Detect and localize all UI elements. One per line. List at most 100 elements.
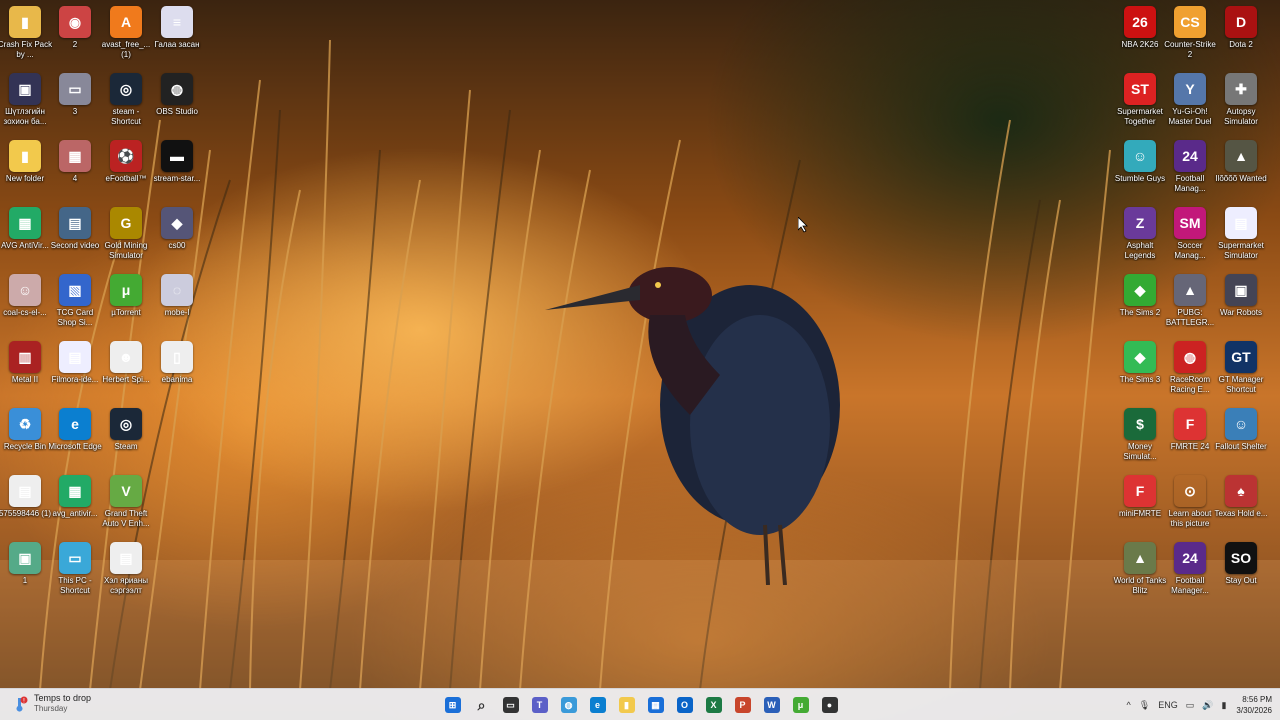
- desktop-icon[interactable]: e Microsoft Edge: [48, 408, 102, 472]
- desktop-icon[interactable]: ▦ 4: [50, 140, 100, 204]
- desktop-icon[interactable]: ▲ PUBG: BATTLEGR...: [1165, 274, 1215, 338]
- desktop-icon-label: Counter-Strike 2: [1164, 40, 1216, 59]
- outlook-button[interactable]: O: [670, 692, 699, 718]
- desktop-icon[interactable]: ◆ The Sims 3: [1115, 341, 1165, 405]
- desktop-icon[interactable]: FminiFMRTE: [1115, 475, 1165, 539]
- desktop-icon[interactable]: ▯ ebanima: [152, 341, 202, 405]
- word-icon: W: [763, 697, 780, 713]
- desktop-icon[interactable]: ▤ Filmora-ide...: [50, 341, 100, 405]
- desktop-icon[interactable]: F FMRTE 24: [1165, 408, 1215, 472]
- desktop-icon[interactable]: ST Supermarket Together: [1115, 73, 1165, 137]
- desktop-icon[interactable]: ▦ avg_antivir...: [50, 475, 100, 539]
- microphone-icon[interactable]: 🎙: [1139, 700, 1150, 711]
- desktop-icon[interactable]: ⊙ Learn about this picture: [1165, 475, 1215, 539]
- desktop-icon[interactable]: ▧ TCG Card Shop Si...: [50, 274, 100, 338]
- desktop-icon[interactable]: ▭ This PC - Shortcut: [50, 542, 100, 606]
- word-button[interactable]: W: [757, 692, 786, 718]
- search-button[interactable]: ⌕: [467, 692, 496, 718]
- desktop-icon[interactable]: ◉ 2: [50, 6, 100, 70]
- utorrent-button[interactable]: μ: [786, 692, 815, 718]
- desktop-icon-label: Herbert Spi...: [102, 375, 150, 384]
- desktop-icon-label: Steam: [114, 442, 138, 451]
- clock[interactable]: 8:56 PM 3/30/2026: [1236, 694, 1272, 716]
- desktop-icon[interactable]: ▲ World of Tanks Blitz: [1114, 542, 1166, 606]
- desktop-icon[interactable]: ☺ coal-cs-el-...: [0, 274, 50, 338]
- start-button[interactable]: ⊞: [438, 692, 467, 718]
- desktop-icon[interactable]: ◎ steam - Shortcut: [101, 73, 151, 137]
- desktop-icon[interactable]: ▬ stream-star...: [152, 140, 202, 204]
- edge-button[interactable]: e: [583, 692, 612, 718]
- desktop-icon[interactable]: D Dota 2: [1216, 6, 1266, 70]
- desktop-icon[interactable]: Aavast_free_... (1): [101, 6, 151, 70]
- desktop-icon[interactable]: SO Stay Out: [1216, 542, 1266, 606]
- volume-icon[interactable]: 🔊: [1202, 700, 1213, 711]
- network-icon[interactable]: ▭: [1186, 700, 1195, 711]
- desktop-icon[interactable]: ◌ mobe-l: [152, 274, 202, 338]
- desktop-icon[interactable]: 24 Football Manag...: [1165, 140, 1215, 204]
- weather-widget[interactable]: ! Temps to drop Thursday: [12, 693, 91, 714]
- desktop-icon[interactable]: ≡ Галаа засан: [152, 6, 202, 70]
- desktop-icon[interactable]: ▥ Metal II: [0, 341, 50, 405]
- desktop-icon[interactable]: ◎ Steam: [101, 408, 151, 472]
- excel-button[interactable]: X: [699, 692, 728, 718]
- powerpoint-button[interactable]: P: [728, 692, 757, 718]
- desktop-icon[interactable]: ⚽ eFootball™: [101, 140, 151, 204]
- copilot-button[interactable]: ◍: [554, 692, 583, 718]
- desktop-icon[interactable]: ▣ War Robots: [1216, 274, 1266, 338]
- desktop-icon[interactable]: ▤ Second video: [50, 207, 100, 271]
- desktop-icon[interactable]: ♻ Recycle Bin: [0, 408, 50, 472]
- desktop-icon[interactable]: ▤ Supermarket Simulator: [1216, 207, 1266, 271]
- desktop-icon[interactable]: Z Asphalt Legends: [1115, 207, 1165, 271]
- desktop-icon[interactable]: CS Counter-Strike 2: [1164, 6, 1216, 70]
- desktop-icon[interactable]: ☺ Stumble Guys: [1115, 140, 1165, 204]
- store-button[interactable]: ▦: [641, 692, 670, 718]
- desktop-icon[interactable]: ▮ New folder: [0, 140, 50, 204]
- desktop-icon[interactable]: Y Yu-Gi-Oh! Master Duel: [1165, 73, 1215, 137]
- desktop-icon[interactable]: ◍ OBS Studio: [152, 73, 202, 137]
- task-view-button[interactable]: ▭: [496, 692, 525, 718]
- desktop-icon[interactable]: GT GT Manager Shortcut: [1216, 341, 1266, 405]
- app-icon: ▲: [1225, 140, 1257, 172]
- desktop-icon[interactable]: ▭ 3: [50, 73, 100, 137]
- battery-icon[interactable]: ▮: [1221, 700, 1226, 711]
- desktop-icon-label: Recycle Bin: [3, 442, 47, 451]
- recorder-button[interactable]: ●: [815, 692, 844, 718]
- desktop-icon[interactable]: ▤ Хэл ярианы сэргээлт: [101, 542, 151, 606]
- desktop-icon[interactable]: ◍ RaceRoom Racing E...: [1165, 341, 1215, 405]
- desktop-icon-label: Filmora-ide...: [51, 375, 99, 384]
- desktop-icon[interactable]: ✚ Autopsy Simulator: [1216, 73, 1266, 137]
- app-icon: ▭: [59, 73, 91, 105]
- file-explorer-button[interactable]: ▮: [612, 692, 641, 718]
- desktop-icon[interactable]: ▣ 1: [0, 542, 50, 606]
- app-icon: ≡: [161, 6, 193, 38]
- app-icon: ▣: [1225, 274, 1257, 306]
- language-indicator[interactable]: ENG: [1158, 700, 1178, 710]
- desktop-icon[interactable]: ☻ Herbert Spi...: [101, 341, 151, 405]
- desktop-icon[interactable]: μ µTorrent: [101, 274, 151, 338]
- desktop-icon-label: Fallout Shelter: [1215, 442, 1267, 451]
- desktop-icon[interactable]: $ Money Simulat...: [1115, 408, 1165, 472]
- desktop-icon-label: Supermarket Simulator: [1218, 241, 1264, 260]
- desktop-icon[interactable]: ◆ The Sims 2: [1115, 274, 1165, 338]
- desktop-icon[interactable]: ◆ cs00: [152, 207, 202, 271]
- app-icon: ◆: [1124, 274, 1156, 306]
- desktop-icon[interactable]: ▮ Crash Fix Pack by ...: [0, 6, 52, 70]
- app-icon: ◎: [110, 408, 142, 440]
- app-icon: ⊙: [1174, 475, 1206, 507]
- desktop-icon[interactable]: G Gold Mining Simulator: [101, 207, 151, 271]
- desktop-icon[interactable]: ▤ 575598446 (1): [0, 475, 51, 539]
- desktop-icon[interactable]: ▦ AVG AntiVir...: [0, 207, 50, 271]
- desktop-icon[interactable]: SM Soccer Manag...: [1165, 207, 1215, 271]
- app-icon: ✚: [1225, 73, 1257, 105]
- desktop-icon[interactable]: ▣ Шүтлэгийн зохион ба...: [0, 73, 50, 137]
- chevron-up-icon[interactable]: ^: [1127, 700, 1131, 710]
- app-icon: μ: [110, 274, 142, 306]
- desktop-icon[interactable]: 26 NBA 2K26: [1115, 6, 1165, 70]
- desktop-icon[interactable]: ▲ Ilõõõõ Wanted: [1215, 140, 1267, 204]
- desktop-icon[interactable]: 24 Football Manager...: [1165, 542, 1215, 606]
- desktop-icon-label: Gold Mining Simulator: [104, 241, 148, 260]
- desktop-icon[interactable]: ♠ Texas Hold e...: [1215, 475, 1267, 539]
- teams-button[interactable]: T: [525, 692, 554, 718]
- desktop-icon[interactable]: ☺ Fallout Shelter: [1215, 408, 1267, 472]
- desktop-icon[interactable]: V Grand Theft Auto V Enh...: [101, 475, 151, 539]
